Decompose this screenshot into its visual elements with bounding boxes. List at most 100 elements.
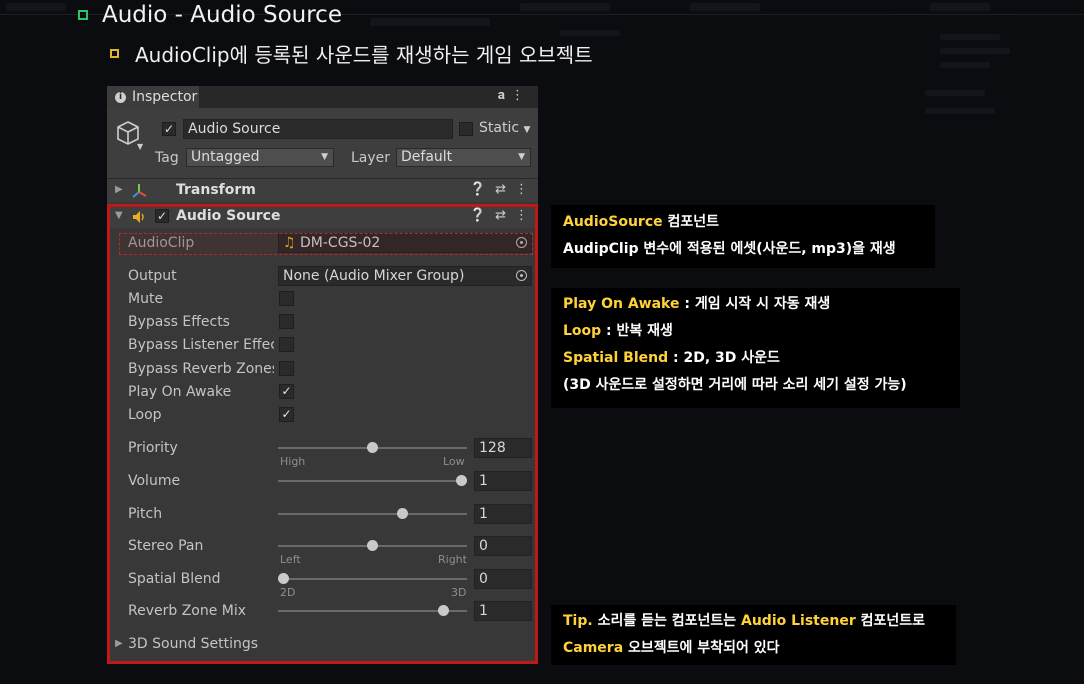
tag-label: Tag <box>155 150 179 166</box>
reverb-zone-mix-value-field[interactable]: 1 <box>474 601 532 621</box>
foldout-arrow-down-icon[interactable]: ▼ <box>115 210 123 221</box>
callout-1-highlight: AudioSource <box>563 214 663 230</box>
reverb-zone-mix-label: Reverb Zone Mix <box>128 603 247 619</box>
preset-sliders-icon[interactable]: ⇄ <box>495 208 506 223</box>
spatial-2d-hint: 2D <box>280 586 296 599</box>
play-on-awake-checkbox[interactable]: ✓ <box>279 384 294 399</box>
callout-2-highlight-1: Play On Awake <box>563 296 680 312</box>
priority-label: Priority <box>128 440 178 456</box>
output-value: None (Audio Mixer Group) <box>283 268 465 284</box>
pitch-slider-knob[interactable] <box>397 508 409 519</box>
kebab-menu-icon[interactable]: ⋮ <box>511 88 530 103</box>
priority-value-field[interactable]: 128 <box>474 438 532 458</box>
object-picker-icon[interactable] <box>516 237 527 248</box>
callout-1-line-2: AudipClip 변수에 적용된 에셋(사운드, mp3)을 재생 <box>563 241 896 257</box>
slide-subtitle-text: AudioClip에 등록된 사운드를 재생하는 게임 오브젝트 <box>135 42 593 67</box>
kebab-menu-icon[interactable]: ⋮ <box>515 182 528 197</box>
callout-3-text-2: 컴포넌트로 <box>855 613 926 629</box>
volume-slider-knob[interactable] <box>456 475 467 486</box>
play-on-awake-label: Play On Awake <box>128 384 232 400</box>
stereo-left-hint: Left <box>280 553 301 566</box>
info-icon: i <box>115 91 126 103</box>
preset-sliders-icon[interactable]: ⇄ <box>495 182 506 197</box>
gameobject-name-field[interactable]: Audio Source <box>183 119 453 139</box>
chevron-down-icon: ▼ <box>518 152 525 162</box>
callout-2-highlight-3: Spatial Blend <box>563 350 669 366</box>
priority-slider-knob[interactable] <box>367 442 378 453</box>
callout-3-text-3: 오브젝트에 부착되어 있다 <box>623 640 780 656</box>
icon-dropdown-arrow-icon[interactable]: ▼ <box>137 142 143 151</box>
stereo-pan-value-field[interactable]: 0 <box>474 536 532 556</box>
callout-2-text-3: : 2D, 3D 사운드 <box>668 350 780 366</box>
callout-audiosource: AudioSource 컴포넌트 AudipClip 변수에 적용된 에셋(사운… <box>551 205 935 268</box>
spatial-blend-label: Spatial Blend <box>128 571 221 587</box>
static-checkbox[interactable] <box>459 122 473 136</box>
bypass-listener-effects-checkbox[interactable] <box>279 337 294 352</box>
inspector-tab-bar: i Inspector 𝐚⋮ <box>107 86 538 108</box>
volume-slider-track[interactable] <box>278 480 467 482</box>
subtitle-bullet-icon <box>110 48 119 58</box>
pitch-slider-track[interactable] <box>278 513 467 515</box>
output-field[interactable]: None (Audio Mixer Group) <box>278 266 532 286</box>
callout-1-text: 컴포넌트 <box>662 214 720 230</box>
inspector-tab-label: Inspector <box>132 89 198 105</box>
object-picker-icon[interactable] <box>516 270 527 281</box>
kebab-menu-icon[interactable]: ⋮ <box>515 208 528 223</box>
spatial-3d-hint: 3D <box>451 586 467 599</box>
volume-value-field[interactable]: 1 <box>474 471 532 491</box>
lock-icon[interactable]: 𝐚 <box>498 88 511 103</box>
bypass-effects-checkbox[interactable] <box>279 314 294 329</box>
mute-checkbox[interactable] <box>279 291 294 306</box>
output-label: Output <box>128 268 177 284</box>
spatial-blend-slider-knob[interactable] <box>278 573 289 584</box>
audioclip-label: AudioClip <box>128 235 195 251</box>
static-caret-icon: ▼ <box>523 125 531 135</box>
help-icon[interactable]: ❔ <box>470 182 486 197</box>
callout-2-line-4: (3D 사운드로 설정하면 거리에 따라 소리 세기 설정 가능) <box>563 377 907 393</box>
spatial-blend-value-field[interactable]: 0 <box>474 569 532 589</box>
stereo-pan-slider-knob[interactable] <box>367 540 378 551</box>
slide-subtitle: AudioClip에 등록된 사운드를 재생하는 게임 오브젝트 <box>110 38 593 68</box>
layer-label: Layer <box>351 150 391 166</box>
bypass-reverb-zones-checkbox[interactable] <box>279 361 294 376</box>
gameobject-header: ▼ ✓ Audio Source Static ▼ Tag Untagged ▼… <box>107 108 538 178</box>
loop-checkbox[interactable]: ✓ <box>279 407 294 422</box>
pitch-value-field[interactable]: 1 <box>474 504 532 524</box>
volume-label: Volume <box>128 473 181 489</box>
static-label[interactable]: Static ▼ <box>479 120 530 136</box>
audio-source-component-header[interactable]: ▼ ✓ Audio Source ❔ ⇄ ⋮ <box>107 204 538 228</box>
inspector-tab-icons: 𝐚⋮ <box>498 88 530 103</box>
help-icon[interactable]: ❔ <box>470 208 486 223</box>
bypass-reverb-zones-label: Bypass Reverb Zones <box>128 361 274 377</box>
transform-row-icons: ❔ ⇄ ⋮ <box>461 182 528 197</box>
title-bullet-icon <box>78 10 88 20</box>
audioclip-value: DM-CGS-02 <box>300 235 381 251</box>
layer-value: Default <box>401 149 453 165</box>
audio-source-enabled-checkbox[interactable]: ✓ <box>155 209 169 223</box>
loop-label: Loop <box>128 407 162 423</box>
bypass-effects-label: Bypass Effects <box>128 314 230 330</box>
inspector-tab[interactable]: i Inspector <box>107 86 199 108</box>
pitch-label: Pitch <box>128 506 163 522</box>
audio-source-row-icons: ❔ ⇄ ⋮ <box>461 208 528 223</box>
foldout-arrow-icon[interactable]: ▶ <box>115 184 123 195</box>
stereo-pan-label: Stereo Pan <box>128 538 204 554</box>
slide-title: Audio - Audio Source <box>78 0 342 30</box>
audioclip-field[interactable]: ♫ DM-CGS-02 <box>278 233 532 253</box>
spatial-blend-slider-track[interactable] <box>278 578 467 580</box>
inspector-panel: i Inspector 𝐚⋮ ▼ ✓ Audio Source Static ▼… <box>107 86 538 664</box>
priority-high-hint: High <box>280 455 306 468</box>
layer-dropdown[interactable]: Default ▼ <box>396 148 531 167</box>
gameobject-active-checkbox[interactable]: ✓ <box>162 122 176 136</box>
reverb-zone-mix-slider-knob[interactable] <box>438 605 450 616</box>
transform-axes-icon <box>132 184 147 198</box>
foldout-arrow-icon[interactable]: ▶ <box>115 638 123 649</box>
3d-sound-settings-foldout[interactable]: 3D Sound Settings <box>128 636 274 652</box>
transform-title: Transform <box>176 182 256 198</box>
stereo-right-hint: Right <box>438 553 467 566</box>
transform-component-header[interactable]: ▶ Transform ❔ ⇄ ⋮ <box>107 178 538 202</box>
tag-dropdown[interactable]: Untagged ▼ <box>186 148 334 167</box>
tag-value: Untagged <box>191 149 260 165</box>
callout-3-text-1: 소리를 듣는 컴포넌트는 <box>592 613 741 629</box>
callout-properties: Play On Awake : 게임 시작 시 자동 재생 Loop : 반복 … <box>551 288 960 408</box>
